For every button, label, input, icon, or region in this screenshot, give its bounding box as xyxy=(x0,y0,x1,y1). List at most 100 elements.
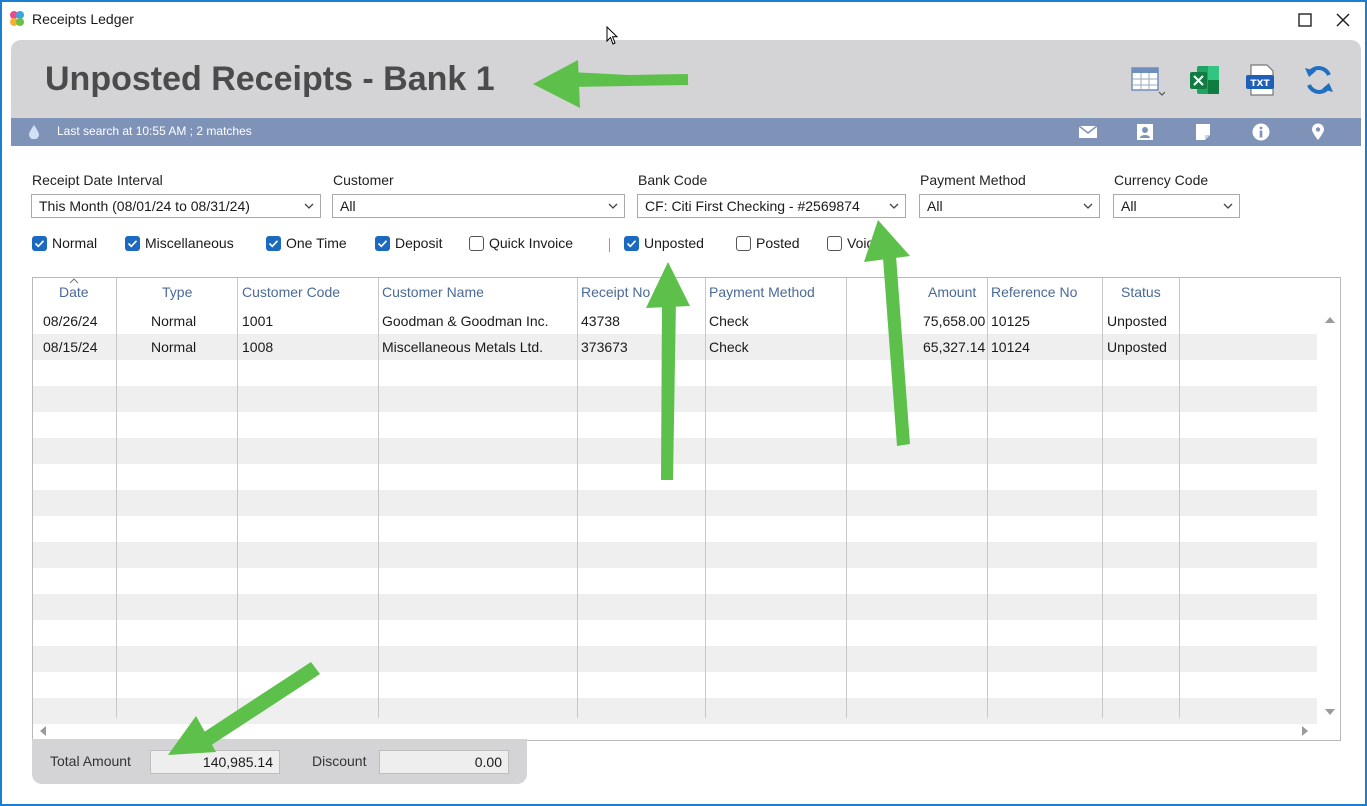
column-header-date[interactable]: Date xyxy=(59,284,89,300)
empty-row xyxy=(33,464,1317,490)
chevron-down-icon xyxy=(608,203,618,209)
chevron-down-icon xyxy=(1083,203,1093,209)
empty-row xyxy=(33,360,1317,386)
column-header-receipt-no[interactable]: Receipt No xyxy=(581,284,650,300)
discount-label: Discount xyxy=(312,753,367,769)
column-divider xyxy=(846,278,847,718)
checkbox-checked-icon xyxy=(32,236,47,251)
cell-customer-code: 1001 xyxy=(242,313,274,329)
window-title: Receipts Ledger xyxy=(32,11,134,27)
column-divider xyxy=(987,278,988,718)
checkbox-divider xyxy=(609,238,610,252)
column-header-customer-name[interactable]: Customer Name xyxy=(382,284,484,300)
cell-type: Normal xyxy=(151,339,197,355)
empty-row xyxy=(33,620,1317,646)
empty-row xyxy=(33,646,1317,672)
app-logo-icon xyxy=(10,11,24,26)
miscellaneous-label: Miscellaneous xyxy=(145,235,234,251)
cell-amount: 65,327.14 xyxy=(923,339,986,355)
receipts-ledger-window: Receipts Ledger Unposted Receipts - Bank… xyxy=(0,0,1367,806)
empty-row xyxy=(33,568,1317,594)
cell-customer-code: 1008 xyxy=(242,339,274,355)
currency-code-select[interactable]: All xyxy=(1113,194,1240,218)
refresh-icon[interactable] xyxy=(1301,62,1337,98)
contact-icon[interactable] xyxy=(1135,123,1155,141)
cell-amount: 75,658.00 xyxy=(923,313,986,329)
chevron-down-icon xyxy=(889,203,899,209)
receipts-grid[interactable]: Date Type Customer Code Customer Name Re… xyxy=(32,277,1341,741)
customer-label: Customer xyxy=(333,172,394,188)
empty-row xyxy=(33,516,1317,542)
checkbox-checked-icon xyxy=(125,236,140,251)
customer-select[interactable]: All xyxy=(332,194,625,218)
column-divider xyxy=(116,278,117,718)
cell-reference-no: 10125 xyxy=(991,313,1030,329)
receipt-date-select[interactable]: This Month (08/01/24 to 08/31/24) xyxy=(31,194,321,218)
table-row[interactable]: 08/26/24 Normal 1001 Goodman & Goodman I… xyxy=(33,308,1317,334)
checkbox-unchecked-icon xyxy=(736,236,751,251)
customer-value: All xyxy=(340,198,356,214)
checkbox-unchecked-icon xyxy=(469,236,484,251)
chevron-down-icon xyxy=(1223,203,1233,209)
close-button[interactable] xyxy=(1329,8,1357,32)
column-divider xyxy=(1179,278,1180,718)
payment-method-label: Payment Method xyxy=(920,172,1026,188)
empty-row xyxy=(33,594,1317,620)
excel-export-icon[interactable] xyxy=(1187,62,1223,98)
receipt-date-label: Receipt Date Interval xyxy=(32,172,163,188)
checkbox-checked-icon xyxy=(375,236,390,251)
cell-type: Normal xyxy=(151,313,197,329)
column-divider xyxy=(1102,278,1103,718)
column-divider xyxy=(237,278,238,718)
column-header-status[interactable]: Status xyxy=(1121,284,1161,300)
payment-method-select[interactable]: All xyxy=(919,194,1100,218)
quick-invoice-label: Quick Invoice xyxy=(489,235,574,251)
scroll-up-icon[interactable] xyxy=(1325,316,1335,324)
cell-payment-method: Check xyxy=(709,339,749,355)
status-drop-icon xyxy=(29,125,39,139)
info-icon[interactable] xyxy=(1251,123,1271,141)
checkbox-checked-icon xyxy=(624,236,639,251)
column-header-amount[interactable]: Amount xyxy=(928,284,976,300)
scroll-right-icon[interactable] xyxy=(1301,726,1309,736)
empty-row xyxy=(33,438,1317,464)
chevron-down-icon xyxy=(304,203,314,209)
column-header-customer-code[interactable]: Customer Code xyxy=(242,284,340,300)
scroll-left-icon[interactable] xyxy=(39,726,47,736)
bank-code-select[interactable]: CF: Citi First Checking - #2569874 xyxy=(637,194,906,218)
location-pin-icon[interactable] xyxy=(1308,123,1328,141)
void-label: Void xyxy=(847,235,875,251)
txt-export-icon[interactable]: TXT xyxy=(1243,62,1279,98)
receipt-date-value: This Month (08/01/24 to 08/31/24) xyxy=(39,198,250,214)
maximize-icon xyxy=(1298,13,1312,27)
column-header-payment-method[interactable]: Payment Method xyxy=(709,284,815,300)
table-row[interactable]: 08/15/24 Normal 1008 Miscellaneous Metal… xyxy=(33,334,1317,360)
cell-customer-name: Goodman & Goodman Inc. xyxy=(382,313,549,329)
currency-code-label: Currency Code xyxy=(1114,172,1209,188)
empty-row xyxy=(33,490,1317,516)
column-divider xyxy=(705,278,706,718)
horizontal-scrollbar[interactable] xyxy=(33,720,1339,740)
deposit-label: Deposit xyxy=(395,235,443,251)
mail-icon[interactable] xyxy=(1078,123,1098,141)
vertical-scrollbar[interactable] xyxy=(1320,308,1340,718)
cell-status: Unposted xyxy=(1107,313,1167,329)
unposted-label: Unposted xyxy=(644,235,704,251)
column-header-reference-no[interactable]: Reference No xyxy=(991,284,1077,300)
note-icon[interactable] xyxy=(1193,123,1213,141)
one-time-label: One Time xyxy=(286,235,347,251)
mouse-cursor-icon xyxy=(606,26,619,45)
maximize-button[interactable] xyxy=(1291,8,1319,32)
checkbox-unchecked-icon xyxy=(827,236,842,251)
posted-label: Posted xyxy=(756,235,800,251)
cell-payment-method: Check xyxy=(709,313,749,329)
column-header-type[interactable]: Type xyxy=(162,284,192,300)
checkbox-checked-icon xyxy=(266,236,281,251)
empty-row xyxy=(33,386,1317,412)
column-divider xyxy=(378,278,379,718)
column-chooser-icon[interactable] xyxy=(1129,62,1165,98)
cell-date: 08/15/24 xyxy=(43,339,98,355)
scroll-down-icon[interactable] xyxy=(1325,708,1335,716)
status-text: Last search at 10:55 AM ; 2 matches xyxy=(57,124,252,138)
column-divider xyxy=(577,278,578,718)
